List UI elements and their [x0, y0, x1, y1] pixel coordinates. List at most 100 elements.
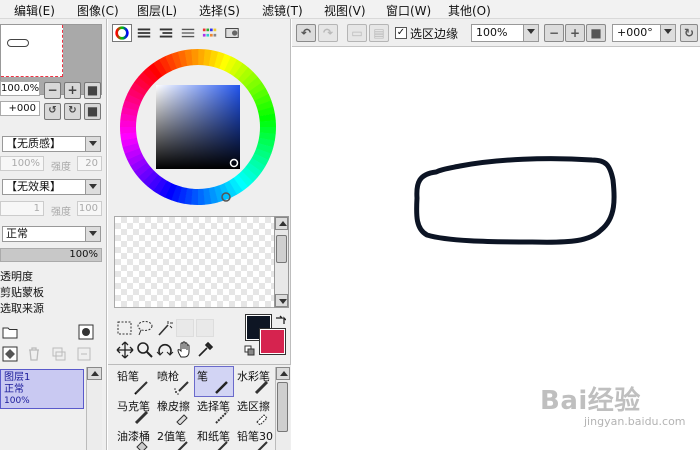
brush-pencil30[interactable]: 铅笔30: [234, 426, 274, 450]
layer-mask-icon[interactable]: [2, 346, 18, 362]
canvas-zoom-reset-button[interactable]: ■: [586, 24, 606, 42]
rotate-reset-button[interactable]: ■: [84, 103, 101, 120]
scroll-up-button[interactable]: [87, 367, 102, 380]
navigator-view-rect[interactable]: [1, 25, 63, 77]
canvas-rotation-reset-button[interactable]: ↻: [680, 24, 698, 42]
color-tool-panel: 铅笔 喷枪 笔 水彩笔 马克笔 橡皮擦 选择笔 选区擦 油漆桶 2值笔 和纸笔 …: [108, 19, 291, 450]
brush-pencil[interactable]: 铅笔: [114, 366, 154, 397]
brush-watercolor[interactable]: 水彩笔: [234, 366, 274, 397]
zoom-in-button[interactable]: +: [64, 82, 81, 99]
layer-item[interactable]: 图层1 正常 100%: [0, 369, 84, 409]
zoom-reset-button[interactable]: ■: [84, 82, 101, 99]
rect-select-icon[interactable]: [116, 319, 134, 337]
eyedropper-icon[interactable]: [196, 341, 214, 359]
lasso-icon[interactable]: [136, 319, 154, 337]
canvas-zoom-out-button[interactable]: −: [544, 24, 564, 42]
brush-marker[interactable]: 马克笔: [114, 396, 154, 427]
swap-colors-icon[interactable]: [274, 315, 286, 327]
scratchpad-scrollbar[interactable]: [274, 216, 289, 308]
menu-window[interactable]: 窗口(W): [386, 2, 431, 19]
brush-palette: 铅笔 喷枪 笔 水彩笔 马克笔 橡皮擦 选择笔 选区擦 油漆桶 2值笔 和纸笔 …: [108, 364, 291, 450]
zoom-out-button[interactable]: −: [44, 82, 61, 99]
brush-effect-dropdown[interactable]: 【无效果】: [2, 179, 101, 195]
deselect-button[interactable]: ▭: [347, 24, 367, 42]
rotate-right-button[interactable]: ↻: [64, 103, 81, 120]
scroll-down-button[interactable]: [275, 294, 288, 307]
menu-select[interactable]: 选择(S): [199, 2, 240, 19]
brush-eraser[interactable]: 橡皮擦: [154, 396, 194, 427]
menu-view[interactable]: 视图(V): [324, 2, 366, 19]
rotate-icon[interactable]: [156, 341, 174, 359]
scrollbar-thumb[interactable]: [277, 382, 288, 432]
scrollbar-thumb[interactable]: [276, 235, 287, 263]
merge-down-icon[interactable]: [51, 346, 67, 362]
select-eraser-icon: [256, 414, 268, 425]
layer-list-scrollbar[interactable]: [86, 367, 102, 450]
folder-icon[interactable]: [2, 324, 18, 340]
navigator-zoom-value[interactable]: 100.0%: [0, 81, 40, 96]
brush-select-eraser[interactable]: 选区擦: [234, 396, 274, 427]
left-panel: 100.0% − + ■ +000 ↺ ↻ ■ 【无质感】 100% 强度 20…: [0, 19, 107, 450]
swatches-mode-icon[interactable]: [200, 24, 220, 42]
preserve-opacity-option[interactable]: 透明度: [0, 268, 33, 284]
brush-select-pen[interactable]: 选择笔: [194, 396, 234, 427]
undo-button[interactable]: ↶: [296, 24, 316, 42]
invert-selection-button[interactable]: ▤: [369, 24, 389, 42]
secondary-color-swatch[interactable]: [260, 329, 285, 354]
paper-texture-value: 【无质感】: [6, 137, 61, 150]
clipping-group-option[interactable]: 剪贴蒙板: [0, 284, 44, 300]
color-wheel[interactable]: [118, 47, 278, 207]
effect-strength-label: 强度: [51, 207, 71, 218]
color-mixer-mode-icon[interactable]: [178, 24, 198, 42]
canvas-zoom-in-button[interactable]: +: [565, 24, 585, 42]
hand-icon[interactable]: [176, 341, 194, 359]
selection-source-option[interactable]: 选取来源: [0, 300, 44, 316]
rotate-left-button[interactable]: ↺: [44, 103, 61, 120]
navigator-angle-value[interactable]: +000: [0, 101, 40, 116]
paper-texture-dropdown[interactable]: 【无质感】: [2, 136, 101, 152]
brush-bucket[interactable]: 油漆桶: [114, 426, 154, 450]
menu-edit[interactable]: 编辑(E): [14, 2, 55, 19]
scroll-up-button[interactable]: [275, 217, 288, 230]
move-icon[interactable]: [116, 341, 134, 359]
drawing-canvas[interactable]: [292, 48, 700, 450]
menu-image[interactable]: 图像(C): [77, 2, 119, 19]
canvas-zoom-dropdown[interactable]: 100%: [471, 24, 539, 42]
empty-tool-slot: [196, 319, 214, 337]
empty-tool-slot: [176, 319, 194, 337]
new-layer-icon[interactable]: [78, 324, 94, 340]
brush-washi-pen[interactable]: 和纸笔: [194, 426, 234, 450]
brush-pen[interactable]: 笔: [194, 366, 234, 397]
blend-mode-dropdown[interactable]: 正常: [2, 226, 101, 242]
minus-icon: −: [47, 83, 58, 97]
color-swatches: [244, 315, 289, 360]
scratchpad[interactable]: [114, 216, 275, 308]
menu-filter[interactable]: 滤镜(T): [262, 2, 303, 19]
paint-bucket-icon: [136, 441, 148, 450]
menu-layer[interactable]: 图层(L): [137, 2, 177, 19]
clear-layer-icon[interactable]: [76, 346, 92, 362]
selection-edge-checkbox[interactable]: ✓: [395, 27, 407, 39]
canvas-zoom-value: 100%: [476, 26, 508, 39]
hsv-slider-mode-icon[interactable]: [156, 24, 176, 42]
rotate-left-icon: ↺: [48, 105, 57, 116]
zoom-icon[interactable]: [136, 341, 154, 359]
brush-binary-pen[interactable]: 2值笔: [154, 426, 194, 450]
menu-other[interactable]: 其他(O): [448, 2, 491, 19]
reset-colors-icon[interactable]: [244, 345, 255, 356]
layer-opacity-slider[interactable]: 100%: [0, 248, 102, 262]
color-wheel-mode-icon[interactable]: [112, 24, 132, 42]
marker-icon: [134, 410, 149, 425]
magic-wand-icon[interactable]: [156, 319, 174, 337]
redo-button[interactable]: ↷: [318, 24, 338, 42]
canvas-rotation-dropdown[interactable]: +000°: [612, 24, 676, 42]
scroll-up-button[interactable]: [276, 367, 290, 380]
trash-icon[interactable]: [26, 346, 42, 362]
deselect-icon: ▭: [351, 26, 363, 40]
invert-selection-icon: ▤: [373, 26, 385, 40]
brush-palette-scrollbar[interactable]: [275, 367, 290, 450]
brush-airbrush[interactable]: 喷枪: [154, 366, 194, 397]
scratchpad-mode-icon[interactable]: [222, 24, 242, 42]
rgb-slider-mode-icon[interactable]: [134, 24, 154, 42]
plus-icon: +: [569, 26, 581, 40]
